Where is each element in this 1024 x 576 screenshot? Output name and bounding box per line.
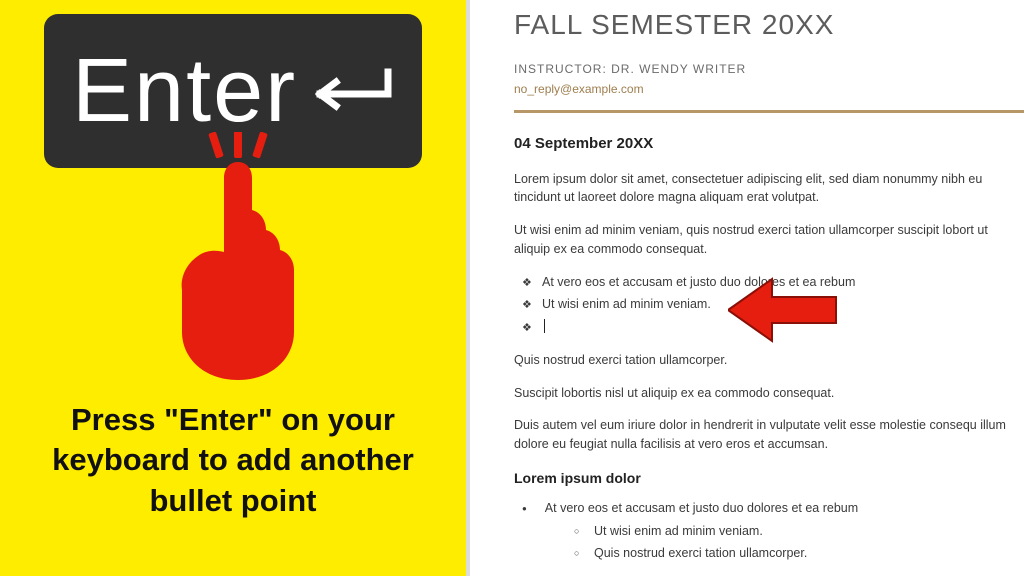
divider <box>514 110 1024 113</box>
instruction-panel: Enter Press "Enter" on your keyboard to … <box>0 0 466 576</box>
list-item-label: At vero eos et accusam et justo duo dolo… <box>545 501 858 515</box>
date-heading: 04 September 20XX <box>514 133 1024 156</box>
paragraph: Quis nostrud exerci tation ullamcorper. <box>514 351 1024 370</box>
callout-arrow-icon <box>728 275 838 345</box>
bullet-list[interactable]: At vero eos et accusam et justo duo dolo… <box>514 499 1024 563</box>
pointing-hand-icon <box>168 132 308 382</box>
instruction-text: Press "Enter" on your keyboard to add an… <box>0 400 466 521</box>
paragraph: Lorem ipsum dolor sit amet, consectetuer… <box>514 170 1024 208</box>
paragraph: Suscipit lobortis nisl ut aliquip ex ea … <box>514 384 1024 403</box>
doc-title: FALL SEMESTER 20XX <box>514 4 1024 46</box>
list-item[interactable]: At vero eos et accusam et justo duo dolo… <box>542 499 1024 563</box>
paragraph: Duis autem vel eum iriure dolor in hendr… <box>514 416 1024 454</box>
document-preview: FALL SEMESTER 20XX INSTRUCTOR: DR. WENDY… <box>466 0 1024 576</box>
enter-return-icon <box>302 68 392 118</box>
subheading: Lorem ipsum dolor <box>514 468 1024 489</box>
sub-bullet-list[interactable]: Ut wisi enim ad minim veniam. Quis nostr… <box>542 522 1024 564</box>
list-item[interactable]: Quis nostrud exerci tation ullamcorper. <box>594 544 1024 563</box>
instructor-email[interactable]: no_reply@example.com <box>514 80 1024 98</box>
enter-key-label: Enter <box>72 46 297 136</box>
instructor-line: INSTRUCTOR: DR. WENDY WRITER <box>514 60 1024 78</box>
list-item[interactable]: Ut wisi enim ad minim veniam. <box>594 522 1024 541</box>
text-cursor <box>544 319 545 333</box>
paragraph: Ut wisi enim ad minim veniam, quis nostr… <box>514 221 1024 259</box>
